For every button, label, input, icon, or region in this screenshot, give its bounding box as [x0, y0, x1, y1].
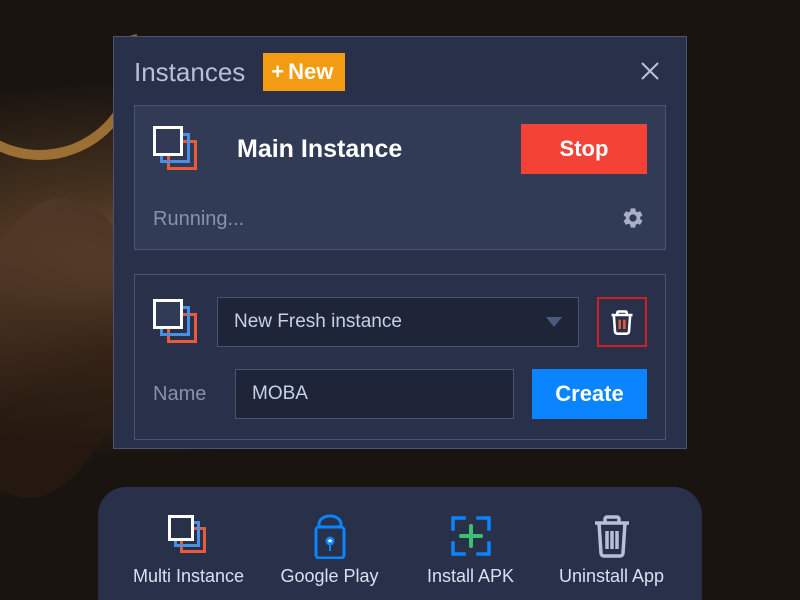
new-instance-button[interactable]: + New	[263, 53, 345, 91]
trash-icon	[608, 307, 636, 337]
main-instance-card: Main Instance Stop Running...	[134, 105, 666, 250]
uninstall-app-tool[interactable]: Uninstall App	[541, 512, 682, 587]
dialog-header-left: Instances + New	[134, 53, 345, 91]
close-button[interactable]	[634, 55, 666, 90]
instance-name: Main Instance	[237, 135, 521, 164]
install-apk-tool[interactable]: Install APK	[400, 512, 541, 587]
close-icon	[638, 59, 662, 83]
install-apk-label: Install APK	[427, 566, 514, 587]
uninstall-app-label: Uninstall App	[559, 566, 664, 587]
stop-button[interactable]: Stop	[521, 124, 647, 174]
instance-settings-button[interactable]	[619, 204, 647, 235]
multi-instance-label: Multi Instance	[133, 566, 244, 587]
instances-dialog: Instances + New Main Instance Stop Runni…	[113, 36, 687, 449]
dialog-header: Instances + New	[134, 53, 666, 91]
instance-name-input[interactable]	[235, 369, 514, 419]
install-apk-icon	[448, 513, 494, 559]
instance-status: Running...	[153, 208, 244, 231]
instance-stack-icon	[153, 126, 199, 172]
google-play-icon	[309, 513, 351, 559]
google-play-label: Google Play	[280, 566, 378, 587]
gear-icon	[621, 206, 645, 230]
instance-row: Main Instance Stop	[153, 124, 647, 174]
chevron-down-icon	[546, 317, 562, 327]
dialog-title: Instances	[134, 57, 245, 88]
multi-instance-tool[interactable]: Multi Instance	[118, 512, 259, 587]
new-instance-row-1: New Fresh instance	[153, 297, 647, 347]
multi-instance-icon	[168, 515, 210, 557]
bottom-toolbar: Multi Instance Google Play Install APK	[98, 487, 702, 600]
plus-icon: +	[271, 59, 284, 85]
instance-footer: Running...	[153, 204, 647, 235]
google-play-tool[interactable]: Google Play	[259, 512, 400, 587]
delete-instance-button[interactable]	[597, 297, 647, 347]
create-button[interactable]: Create	[532, 369, 647, 419]
dropdown-value: New Fresh instance	[234, 311, 402, 333]
new-button-label: New	[288, 59, 333, 85]
uninstall-trash-icon	[591, 513, 633, 559]
instance-type-dropdown[interactable]: New Fresh instance	[217, 297, 579, 347]
new-instance-stack-icon	[153, 299, 199, 345]
name-field-label: Name	[153, 383, 217, 406]
new-instance-row-2: Name Create	[153, 369, 647, 419]
new-instance-card: New Fresh instance Name Create	[134, 274, 666, 440]
